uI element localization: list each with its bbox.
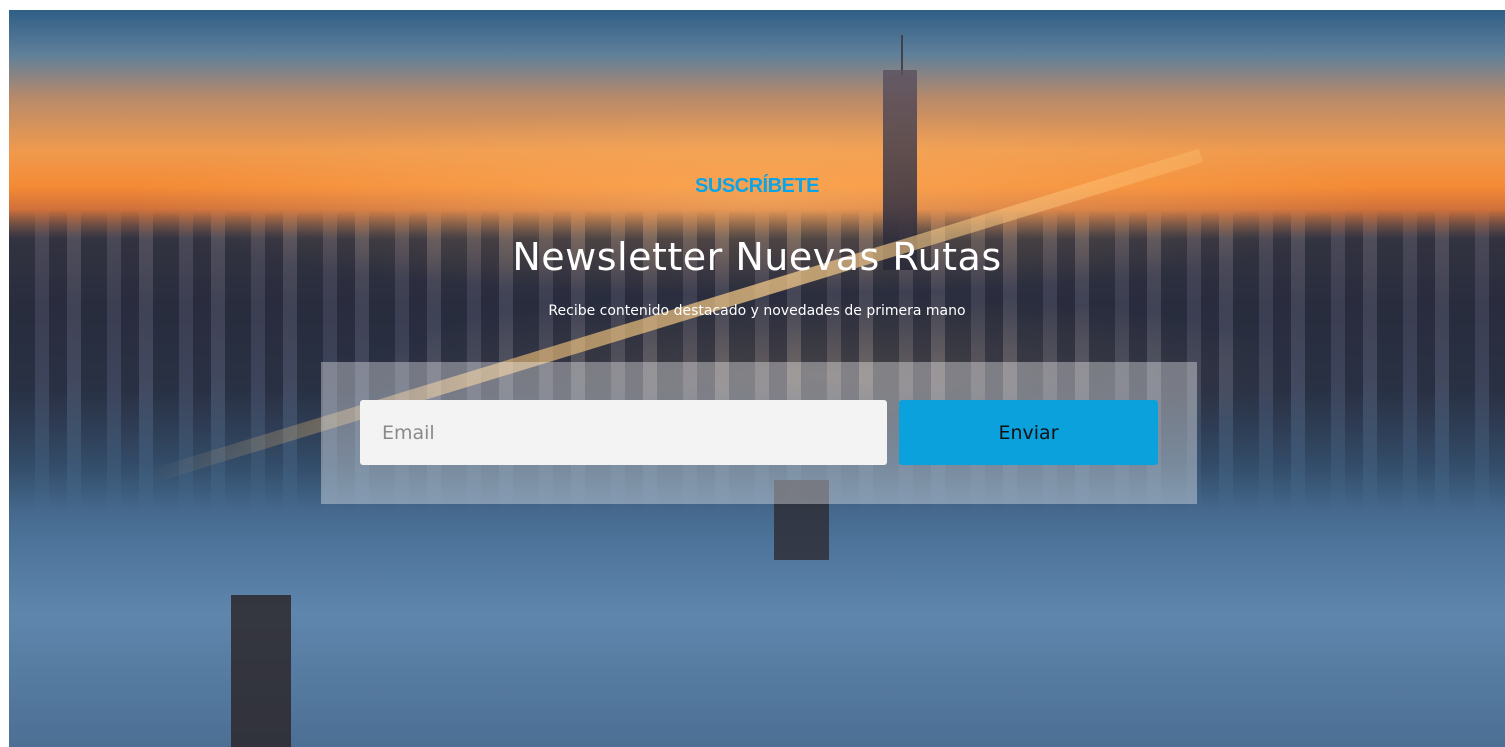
submit-button[interactable]: Enviar: [899, 400, 1158, 465]
section-eyebrow: SUSCRÍBETE: [695, 175, 819, 197]
newsletter-title: Newsletter Nuevas Rutas: [512, 235, 1002, 279]
hero-background-image: SUSCRÍBETE Newsletter Nuevas Rutas Recib…: [9, 10, 1505, 747]
newsletter-section: SUSCRÍBETE Newsletter Nuevas Rutas Recib…: [9, 10, 1505, 747]
email-input[interactable]: [360, 400, 887, 465]
newsletter-subtitle: Recibe contenido destacado y novedades d…: [548, 303, 966, 319]
newsletter-form: Enviar: [321, 362, 1197, 504]
